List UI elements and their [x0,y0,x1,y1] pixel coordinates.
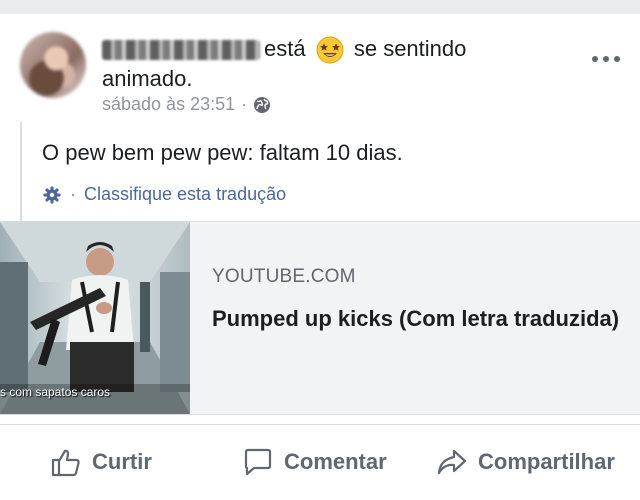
like-label: Curtir [92,449,152,474]
thumbs-up-icon [51,449,80,477]
link-title[interactable]: Pumped up kicks (Com letra traduzida) [212,304,622,334]
star-struck-emoji-icon [316,36,344,64]
gear-icon [43,186,61,203]
dot-icon [603,56,609,62]
comment-button[interactable]: Comentar [242,447,387,477]
thumbnail-caption: s com sapatos caros [0,385,111,399]
link-domain: YOUTUBE.COM [212,266,356,287]
author-name-blurred[interactable] [102,40,260,61]
like-button[interactable]: Curtir [50,447,152,477]
meta-separator: · [241,94,248,114]
more-options-button[interactable] [590,52,622,66]
comment-label: Comentar [284,449,387,474]
avatar[interactable] [20,32,86,98]
post-card: está se sentindo animado. sábado às 23:5… [0,14,640,500]
status-verb: está [264,36,306,61]
feeling-word[interactable]: animado. [102,66,193,91]
comment-icon [244,448,272,476]
share-arrow-icon [437,449,467,475]
dot-icon [592,56,598,62]
video-thumbnail[interactable]: s com sapatos caros [0,222,190,414]
action-bar: Curtir Comentar Compartilhar [0,424,640,497]
share-button[interactable]: Compartilhar [436,447,615,477]
rate-translation-link[interactable]: · Classifique esta tradução [42,184,286,205]
post-timestamp[interactable]: sábado às 23:51 [102,94,235,115]
post-body-block: O pew bem pew pew: faltam 10 dias. · Cla… [20,122,602,224]
post-meta: sábado às 23:51 · [102,94,271,115]
post-header: está se sentindo animado. [102,34,582,94]
link-text: YOUTUBE.COM Pumped up kicks (Com letra t… [212,266,622,334]
share-label: Compartilhar [478,449,615,474]
link-preview[interactable]: s com sapatos caros YOUTUBE.COM Pumped u… [0,221,640,415]
dot-icon [614,56,620,62]
translate-separator: · [70,184,76,204]
post-body-text: O pew bem pew pew: faltam 10 dias. [42,140,403,165]
rate-translation-label: Classifique esta tradução [84,184,287,204]
feeling-text: se sentindo [353,36,467,61]
globe-icon[interactable] [253,96,271,114]
